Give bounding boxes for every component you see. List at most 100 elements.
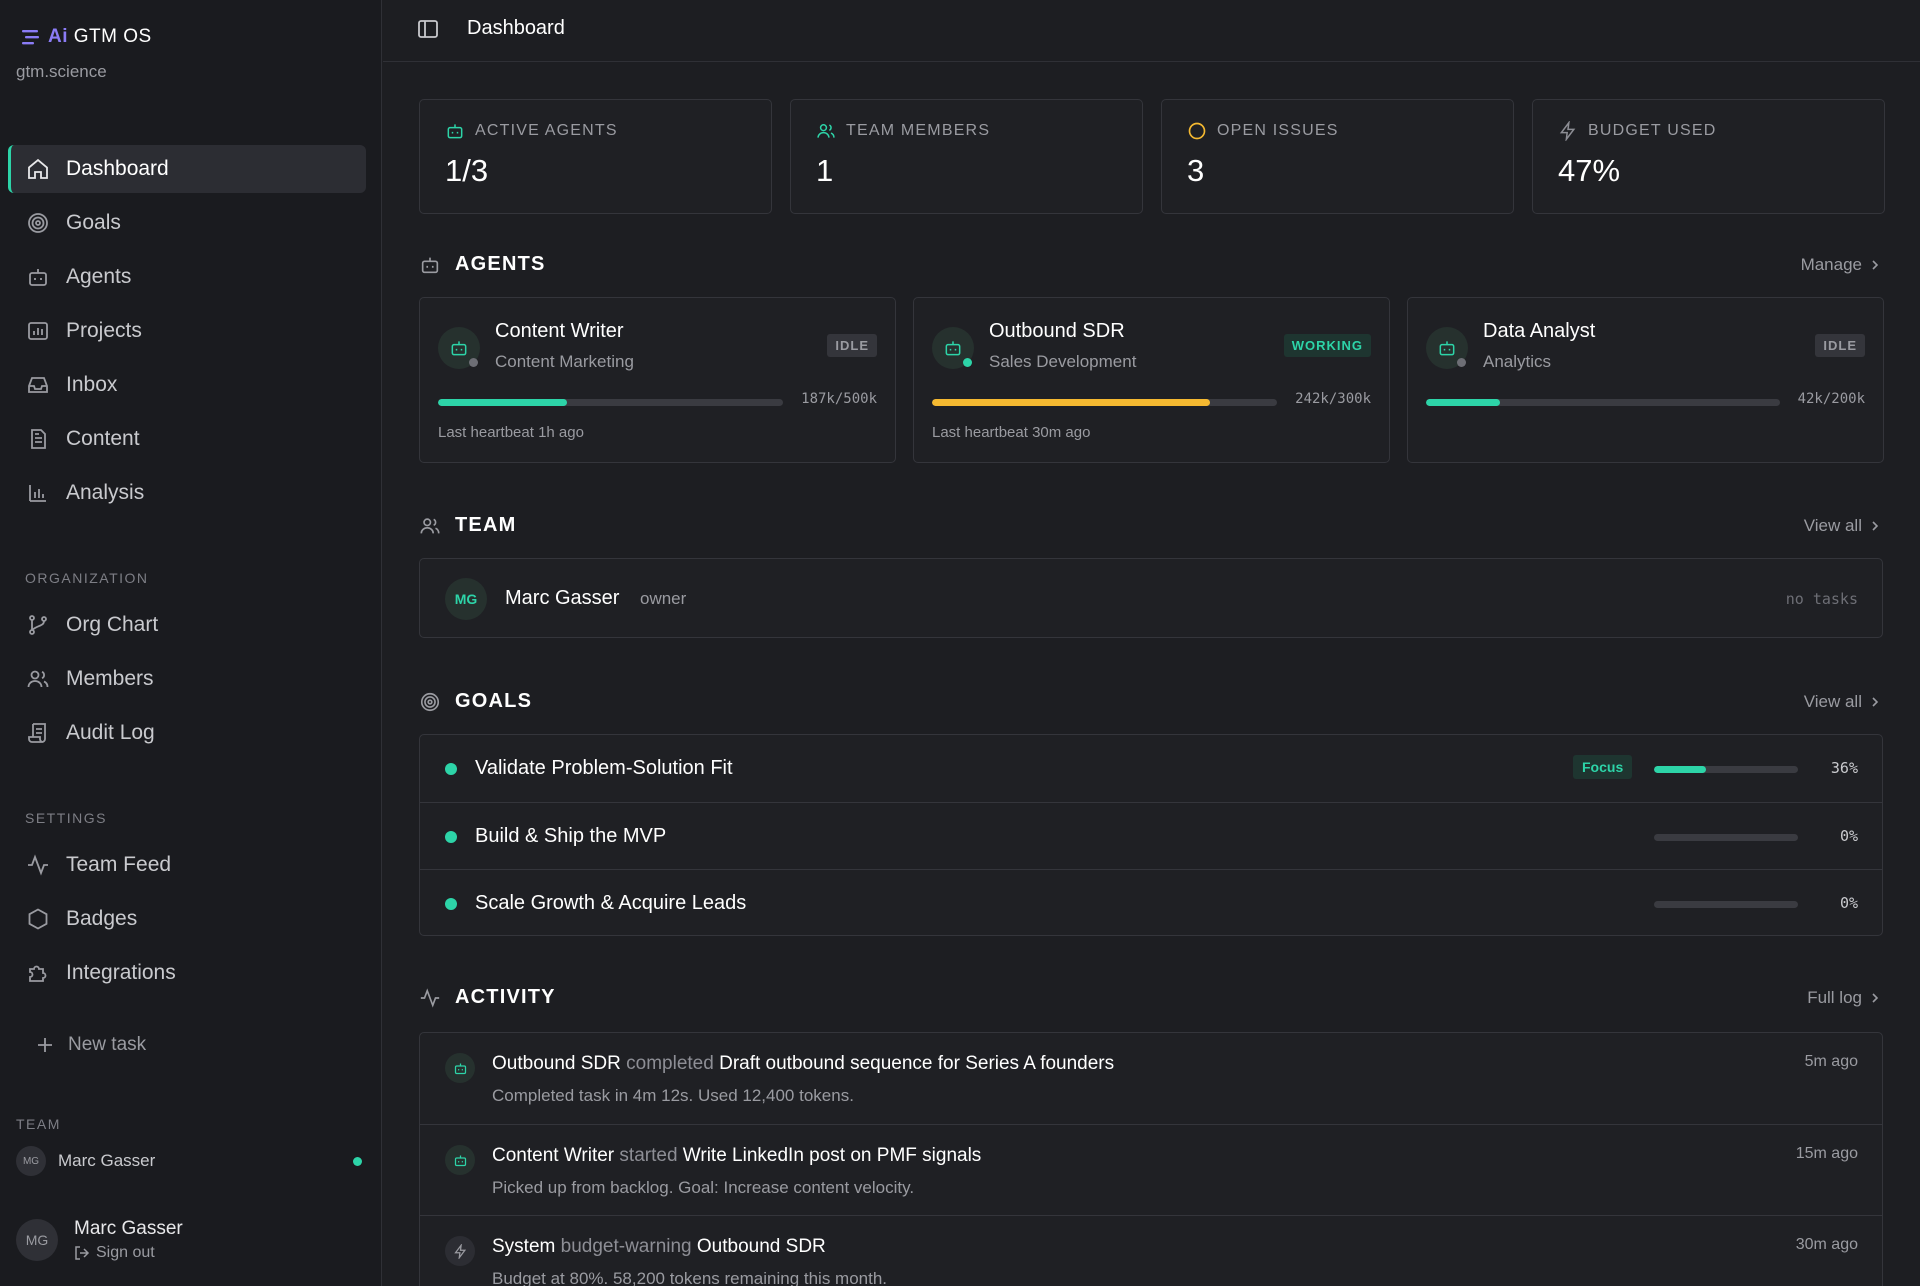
goal-row[interactable]: Scale Growth & Acquire Leads 0% [420,869,1882,936]
agent-role: Analytics [1483,352,1552,371]
activity-item[interactable]: Outbound SDR completed Draft outbound se… [420,1033,1882,1124]
puzzle-icon [29,965,47,982]
chevron-right-icon [1872,993,1879,1003]
team-member-tasks: no tasks [1785,590,1858,608]
new-task-button[interactable]: New task [36,1034,146,1056]
nav-label: Badges [66,907,138,930]
user-name: Marc Gasser [74,1218,183,1239]
status-badge: IDLE [1815,334,1865,357]
activity-avatar [445,1053,475,1083]
users-icon [817,124,835,138]
sidebar-toggle-button[interactable] [417,18,439,40]
agent-card-data-analyst[interactable]: Data Analyst Analytics IDLE 42k/200k [1407,297,1884,463]
link-label: Full log [1807,988,1862,1007]
users-icon [420,517,440,533]
nav-item-goals[interactable]: Goals [8,199,366,247]
nav-item-agents[interactable]: Agents [8,253,366,301]
nav-label: Projects [66,319,142,342]
nav-label: Content [66,427,140,450]
team-member-name: Marc Gasser [58,1151,156,1170]
last-heartbeat: Last heartbeat 1h ago [438,424,584,441]
team-member-row[interactable]: MG Marc Gasser owner no tasks [419,558,1883,638]
avatar: MG [445,578,487,620]
agent-card-outbound-sdr[interactable]: Outbound SDR Sales Development WORKING 2… [913,297,1390,463]
agent-avatar [1426,327,1468,369]
activity-summary: Outbound SDR completed Draft outbound se… [492,1053,1114,1075]
bot-icon [945,341,961,356]
branch-icon [29,615,47,635]
view-all-team-link[interactable]: View all [1804,516,1880,536]
sidebar-team-member[interactable]: MG Marc Gasser [16,1146,366,1176]
activity-detail: Completed task in 4m 12s. Used 12,400 to… [492,1086,854,1105]
agents-section-header: AGENTS [419,253,546,276]
section-title: TEAM [455,514,517,536]
nav-item-integrations[interactable]: Integrations [8,949,366,997]
agent-card-content-writer[interactable]: Content Writer Content Marketing IDLE 18… [419,297,896,463]
goal-status-dot [445,898,457,910]
activity-item[interactable]: Content Writer started Write LinkedIn po… [420,1124,1882,1215]
activity-verb: completed [626,1053,714,1074]
nav-item-analysis[interactable]: Analysis [8,469,366,517]
bot-icon [421,257,439,273]
token-usage-bar [438,399,783,406]
online-status-dot [353,1156,362,1166]
nav-item-team-feed[interactable]: Team Feed [8,841,366,889]
nav-label: Integrations [66,961,176,984]
sign-out-label: Sign out [96,1244,155,1261]
users-icon [27,670,49,688]
activity-detail: Budget at 80%. 58,200 tokens remaining t… [492,1269,888,1286]
token-usage-label: 242k/300k [1295,391,1371,407]
nav-item-badges[interactable]: Badges [8,895,366,943]
goal-title: Scale Growth & Acquire Leads [475,892,747,914]
stat-value: 1 [816,153,834,188]
bot-icon [454,1155,466,1166]
token-usage-bar [1426,399,1780,406]
settings-nav: Team Feed Badges Integrations [8,841,366,1003]
stat-card-budget-used: BUDGET USED 47% [1532,99,1885,214]
nav-item-content[interactable]: Content [8,415,366,463]
activity-item[interactable]: System budget-warning Outbound SDR Budge… [420,1215,1882,1286]
goal-status-dot [445,763,457,775]
menu-lines-icon [22,30,39,45]
link-label: Manage [1800,255,1862,274]
stat-value: 1/3 [445,153,489,188]
nav-item-projects[interactable]: Projects [8,307,366,355]
nav-item-org-chart[interactable]: Org Chart [8,601,366,649]
agent-name: Content Writer [495,320,624,342]
nav-item-inbox[interactable]: Inbox [8,361,366,409]
goal-row[interactable]: Build & Ship the MVP 0% [420,802,1882,869]
agent-role: Content Marketing [495,352,634,371]
bolt-icon [1559,121,1576,141]
activity-avatar [445,1145,475,1175]
activity-target: Draft outbound sequence for Series A fou… [719,1053,1115,1074]
activity-verb: started [619,1145,678,1166]
nav-item-dashboard[interactable]: Dashboard [8,145,366,193]
goal-title: Validate Problem-Solution Fit [475,757,733,779]
view-all-goals-link[interactable]: View all [1804,692,1880,712]
goal-title: Build & Ship the MVP [475,825,667,847]
goal-progress-fill [1654,766,1706,773]
token-usage-fill [438,399,568,406]
goal-row[interactable]: Validate Problem-Solution Fit Focus 36% [420,735,1882,802]
sign-out-button[interactable]: Sign out [74,1244,183,1262]
nav-label: Members [66,667,154,690]
target-icon [420,692,440,711]
user-avatar[interactable]: MG [16,1219,58,1261]
team-section-header: TEAM [419,514,516,537]
token-usage-fill [1426,399,1501,406]
stat-label-text: ACTIVE AGENTS [475,122,618,139]
stat-label: BUDGET USED [1558,121,1716,141]
scroll-icon [28,723,46,743]
circle-icon [1188,122,1206,140]
stat-label: ACTIVE AGENTS [445,121,618,141]
manage-agents-link[interactable]: Manage [1801,255,1880,275]
full-log-link[interactable]: Full log [1807,988,1880,1008]
nav-item-members[interactable]: Members [8,655,366,703]
goals-list: Validate Problem-Solution Fit Focus 36% … [419,734,1883,936]
brand-name: Ai GTM OS [48,26,152,48]
activity-actor: Content Writer [492,1145,615,1166]
new-task-label: New task [68,1034,147,1055]
nav-label: Inbox [66,373,118,396]
brand-logo[interactable]: Ai GTM OS [22,26,152,48]
nav-item-audit-log[interactable]: Audit Log [8,709,366,757]
